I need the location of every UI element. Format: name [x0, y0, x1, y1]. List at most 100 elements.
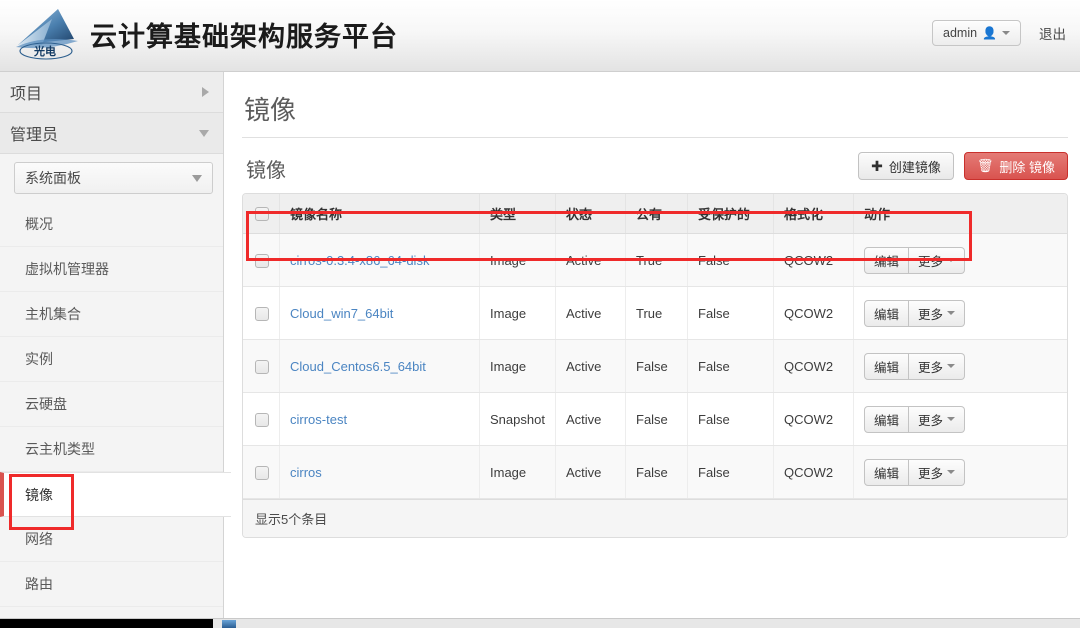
more-button-label: 更多	[918, 466, 944, 481]
taskbar-dark-region	[0, 619, 213, 628]
cell-type: Image	[479, 286, 556, 340]
main-content: 镜像 镜像 ✚ 创建镜像 🗑 删除 镜像 镜像名称 类型 状态 公有 受保护的 …	[224, 72, 1080, 618]
cell-format: QCOW2	[773, 445, 854, 499]
image-name-link[interactable]: cirros	[290, 465, 322, 480]
sidebar-item-routers[interactable]: 路由	[0, 562, 223, 607]
table-footer: 显示5个条目	[243, 499, 1067, 537]
row-action-group: 编辑 更多	[864, 458, 966, 486]
images-table-panel: 镜像名称 类型 状态 公有 受保护的 格式化 动作 cirros-0.3.4-x…	[242, 193, 1068, 538]
sidebar-item-flavors[interactable]: 云主机类型	[0, 427, 223, 472]
row-checkbox[interactable]	[255, 359, 269, 374]
cell-status: Active	[555, 339, 626, 393]
table-row: cirros Image Active False False QCOW2 编辑…	[243, 445, 1067, 499]
cell-format: QCOW2	[773, 392, 854, 446]
title-divider	[242, 137, 1068, 138]
cell-status: Active	[555, 286, 626, 340]
sidebar-item-images[interactable]: 镜像	[0, 472, 231, 517]
create-image-label: 创建镜像	[888, 159, 941, 175]
row-select-cell	[243, 339, 280, 393]
more-button-label: 更多	[918, 413, 944, 428]
more-button[interactable]: 更多	[909, 458, 966, 486]
top-header-bar: 光电 云计算基础架构服务平台 admin 👤 退出	[0, 0, 1080, 72]
cell-name: cirros	[279, 445, 480, 499]
sidebar-item-label: 云主机类型	[25, 441, 95, 457]
cell-public: False	[625, 392, 688, 446]
edit-button[interactable]: 编辑	[864, 299, 910, 327]
select-all-checkbox[interactable]	[255, 207, 269, 222]
cell-type: Image	[479, 445, 556, 499]
create-image-button[interactable]: ✚ 创建镜像	[858, 152, 954, 180]
select-all-header	[243, 194, 280, 234]
cell-format: QCOW2	[773, 339, 854, 393]
sidebar-group-project[interactable]: 项目	[0, 72, 223, 113]
row-checkbox[interactable]	[255, 253, 269, 268]
sidebar-item-label: 虚拟机管理器	[25, 261, 109, 277]
sidebar-group-admin[interactable]: 管理员	[0, 113, 223, 154]
system-panel-select-value: 系统面板	[25, 170, 81, 186]
chevron-down-icon	[192, 174, 202, 182]
edit-button[interactable]: 编辑	[864, 458, 910, 486]
brand: 光电 云计算基础架构服务平台	[12, 5, 398, 63]
table-header-row: 镜像名称 类型 状态 公有 受保护的 格式化 动作	[243, 194, 1067, 234]
sidebar-item-host-aggregates[interactable]: 主机集合	[0, 292, 223, 337]
row-action-group: 编辑 更多	[864, 246, 966, 274]
application-window: 光电 云计算基础架构服务平台 admin 👤 退出 项目 管理员 系统面板 概况…	[0, 0, 1080, 628]
column-header-protected[interactable]: 受保护的	[687, 194, 774, 234]
row-checkbox[interactable]	[255, 412, 269, 427]
sidebar-nav-list: 概况 虚拟机管理器 主机集合 实例 云硬盘 云主机类型 镜像 网络 路由	[0, 202, 231, 607]
sidebar-item-hypervisors[interactable]: 虚拟机管理器	[0, 247, 223, 292]
row-select-cell	[243, 286, 280, 340]
cell-public: False	[625, 339, 688, 393]
more-button[interactable]: 更多	[909, 299, 966, 327]
column-header-status[interactable]: 状态	[555, 194, 626, 234]
cell-protected: False	[687, 286, 774, 340]
cell-protected: False	[687, 339, 774, 393]
cell-name: cirros-test	[279, 392, 480, 446]
cell-public: False	[625, 445, 688, 499]
column-header-name[interactable]: 镜像名称	[279, 194, 480, 234]
more-button[interactable]: 更多	[909, 246, 966, 274]
image-name-link[interactable]: cirros-test	[290, 412, 347, 427]
row-checkbox[interactable]	[255, 465, 269, 480]
image-name-link[interactable]: Cloud_Centos6.5_64bit	[290, 359, 426, 374]
cell-status: Active	[555, 445, 626, 499]
more-button-label: 更多	[918, 360, 944, 375]
more-button[interactable]: 更多	[909, 405, 966, 433]
delete-image-button[interactable]: 🗑 删除 镜像	[963, 152, 1068, 180]
cell-name: Cloud_win7_64bit	[279, 286, 480, 340]
edit-button[interactable]: 编辑	[864, 405, 910, 433]
user-menu-button[interactable]: admin 👤	[932, 20, 1021, 46]
system-panel-select[interactable]: 系统面板	[14, 162, 213, 194]
os-taskbar	[0, 618, 1080, 628]
chevron-down-icon	[199, 129, 209, 137]
table-row: Cloud_Centos6.5_64bit Image Active False…	[243, 339, 1067, 393]
more-button-label: 更多	[918, 254, 944, 269]
sidebar-item-label: 概况	[25, 216, 53, 232]
column-header-public[interactable]: 公有	[625, 194, 688, 234]
sidebar-item-overview[interactable]: 概况	[0, 202, 223, 247]
panel-title: 镜像	[246, 160, 286, 182]
cell-actions: 编辑 更多	[853, 445, 1067, 499]
cell-format: QCOW2	[773, 286, 854, 340]
taskbar-app-icon[interactable]	[222, 620, 236, 628]
sidebar-item-volumes[interactable]: 云硬盘	[0, 382, 223, 427]
sidebar-item-instances[interactable]: 实例	[0, 337, 223, 382]
image-name-link[interactable]: Cloud_win7_64bit	[290, 306, 393, 321]
cell-public: True	[625, 233, 688, 287]
chevron-down-icon	[947, 470, 956, 474]
column-header-format[interactable]: 格式化	[773, 194, 854, 234]
column-header-type[interactable]: 类型	[479, 194, 556, 234]
cell-actions: 编辑 更多	[853, 286, 1067, 340]
sidebar-item-networks[interactable]: 网络	[0, 517, 223, 562]
image-name-link[interactable]: cirros-0.3.4-x86_64-disk	[290, 253, 429, 268]
cell-actions: 编辑 更多	[853, 339, 1067, 393]
edit-button[interactable]: 编辑	[864, 246, 910, 274]
row-checkbox[interactable]	[255, 306, 269, 321]
logout-link[interactable]: 退出	[1039, 23, 1066, 43]
row-select-cell	[243, 445, 280, 499]
trash-icon: 🗑	[976, 158, 994, 173]
table-row: cirros-test Snapshot Active False False …	[243, 392, 1067, 446]
chevron-down-icon	[947, 258, 956, 262]
edit-button[interactable]: 编辑	[864, 352, 910, 380]
more-button[interactable]: 更多	[909, 352, 966, 380]
